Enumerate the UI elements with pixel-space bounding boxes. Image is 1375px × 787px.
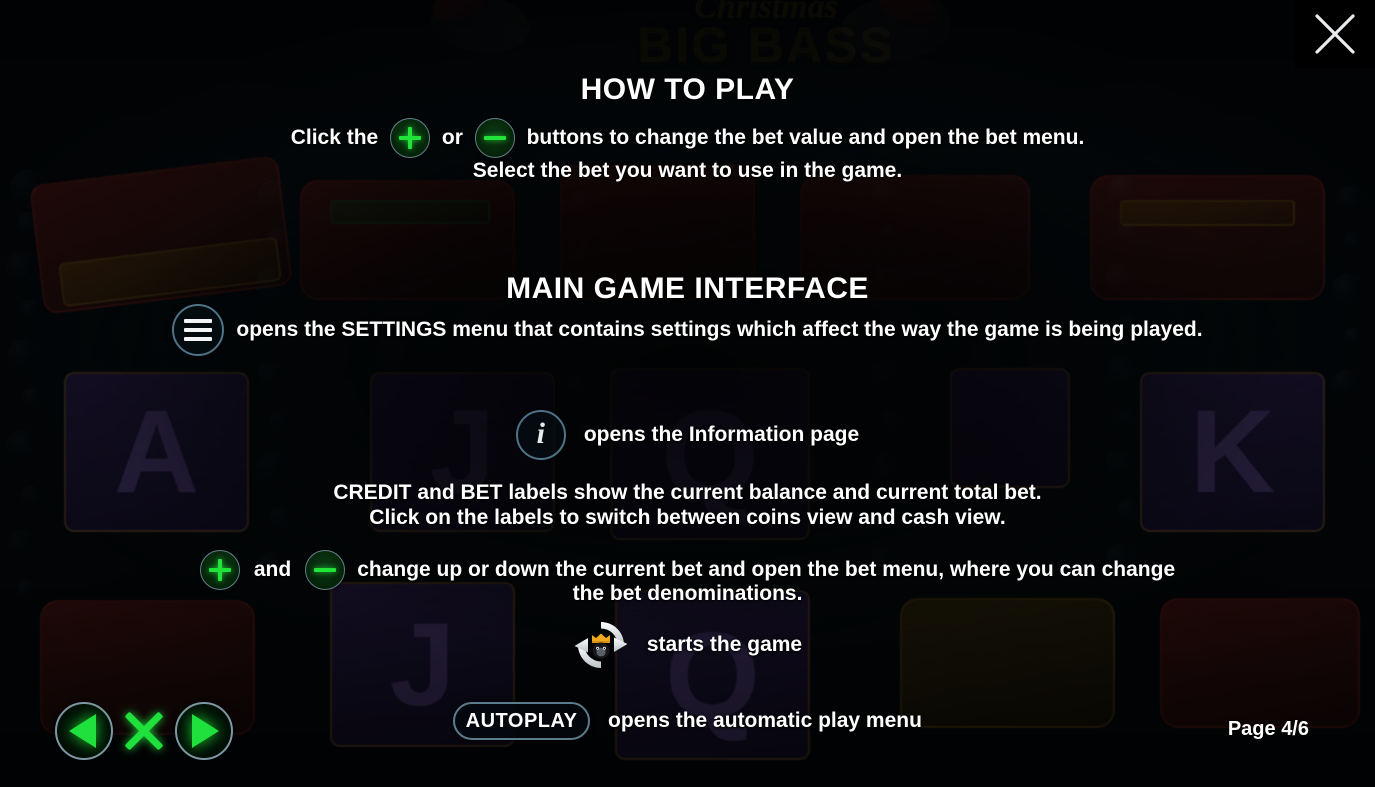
credit-bet-paragraph: CREDIT and BET labels show the current b…: [0, 480, 1375, 530]
bet-controls-line-1: change up or down the current bet and op…: [357, 558, 1176, 581]
next-page-icon[interactable]: [175, 702, 233, 760]
how-to-play-line-1-mid: or: [436, 126, 469, 149]
close-icon: [1315, 14, 1355, 54]
plus-icon[interactable]: [390, 118, 431, 158]
how-to-play-heading: HOW TO PLAY: [580, 73, 795, 106]
autoplay-button-label: AUTOPLAY: [465, 709, 578, 732]
close-button[interactable]: [1295, 0, 1375, 68]
pagination-controls: [55, 702, 233, 760]
page-indicator: Page 4/6: [1227, 718, 1309, 740]
bet-controls-line-2: the bet denominations.: [572, 582, 803, 605]
paytable-screen: Christmas BIG BASS A J Q K J Q HOW TO PL…: [0, 0, 1375, 787]
how-to-play-line-1: Click the or buttons to change the bet v…: [0, 118, 1375, 158]
previous-page-icon[interactable]: [55, 702, 113, 760]
info-description: opens the Information page: [583, 423, 860, 446]
autoplay-description: opens the automatic play menu: [608, 709, 922, 732]
info-row: i opens the Information page: [0, 410, 1375, 460]
how-to-play-line-1-prefix: Click the: [290, 126, 385, 149]
credit-bet-line-2: Click on the labels to switch between co…: [369, 506, 1006, 529]
main-game-interface-heading: MAIN GAME INTERFACE: [506, 272, 869, 305]
settings-row: opens the SETTINGS menu that contains se…: [0, 304, 1375, 356]
gorilla-crown-icon: [591, 633, 610, 659]
autoplay-button[interactable]: AUTOPLAY: [453, 702, 591, 740]
hamburger-menu-icon[interactable]: [172, 304, 225, 356]
credit-bet-line-1: CREDIT and BET labels show the current b…: [333, 481, 1042, 504]
settings-description: opens the SETTINGS menu that contains se…: [236, 318, 1203, 341]
how-to-play-line-2: Select the bet you want to use in the ga…: [472, 159, 903, 182]
how-to-play-line-1-suffix: buttons to change the bet value and open…: [520, 126, 1085, 149]
minus-icon[interactable]: [474, 118, 515, 158]
spin-row: starts the game: [0, 617, 1375, 673]
bet-controls-conjunction: and: [253, 558, 292, 581]
info-icon[interactable]: i: [515, 410, 566, 460]
spin-description: starts the game: [646, 633, 803, 656]
close-paytable-icon[interactable]: [121, 708, 167, 754]
spin-button-icon[interactable]: [573, 617, 629, 673]
